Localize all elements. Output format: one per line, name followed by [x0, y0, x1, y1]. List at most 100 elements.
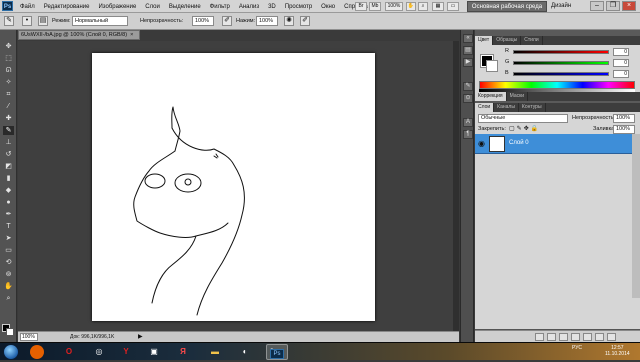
blue-slider[interactable]: [513, 72, 609, 76]
3d-orbit-icon[interactable]: ⊚: [3, 270, 14, 279]
3d-rotate-icon[interactable]: ⟲: [3, 258, 14, 267]
blur-tool-icon[interactable]: ◆: [3, 186, 14, 195]
mode-select[interactable]: Нормальный: [72, 16, 128, 26]
tab-adjustments[interactable]: Коррекция: [475, 92, 507, 101]
opera-icon[interactable]: O: [58, 344, 80, 360]
paragraph-panel-icon[interactable]: ¶: [463, 130, 473, 139]
tab-layers[interactable]: Слои: [475, 103, 495, 112]
zoom-level[interactable]: 100%: [385, 2, 403, 11]
brush-size-icon[interactable]: •: [22, 16, 32, 26]
zoom-tool-icon[interactable]: ⌕: [3, 294, 14, 303]
blue-value[interactable]: 0: [613, 70, 629, 78]
document-tab[interactable]: 6UsWXII-/bA.jpg @ 100% (Слой 0, RGB/8) ×: [18, 30, 140, 40]
green-channel-row[interactable]: G 0: [505, 59, 635, 67]
start-button[interactable]: [3, 344, 19, 360]
hand-tool-icon[interactable]: ✋: [3, 282, 14, 291]
eraser-tool-icon[interactable]: ◩: [3, 162, 14, 171]
tab-swatches[interactable]: Образцы: [493, 36, 522, 45]
yandex-icon[interactable]: Y: [115, 344, 137, 360]
add-mask-icon[interactable]: [559, 333, 568, 341]
layer-name[interactable]: Слой 0: [509, 140, 529, 146]
screen-mode-icon[interactable]: ▭: [447, 2, 459, 11]
chromium-icon[interactable]: ◎: [88, 344, 110, 360]
bridge-icon[interactable]: Br: [355, 2, 367, 11]
close-icon[interactable]: ×: [622, 1, 636, 11]
tablet-opacity-icon[interactable]: ✐: [222, 16, 232, 26]
folder-icon[interactable]: ▬: [204, 344, 226, 360]
workspace-button[interactable]: Основная рабочая среда: [467, 1, 547, 12]
delete-layer-icon[interactable]: [607, 333, 616, 341]
lasso-tool-icon[interactable]: ᘏ: [3, 66, 14, 75]
link-layers-icon[interactable]: [535, 333, 544, 341]
red-value[interactable]: 0: [613, 48, 629, 56]
brush-panel-icon[interactable]: ✎: [463, 82, 473, 91]
green-slider[interactable]: [513, 61, 609, 65]
layers-scrollbar[interactable]: [632, 134, 640, 298]
menu-filter[interactable]: Фильтр: [210, 4, 230, 10]
close-tab-icon[interactable]: ×: [130, 32, 133, 38]
tab-channels[interactable]: Каналы: [494, 103, 519, 112]
tab-styles[interactable]: Стили: [521, 36, 543, 45]
firefox-icon[interactable]: [30, 345, 44, 359]
move-tool-icon[interactable]: ✥: [3, 42, 14, 51]
brush-tool-icon[interactable]: ✎: [3, 126, 14, 135]
eyedropper-tool-icon[interactable]: ⁄: [3, 102, 14, 111]
tab-paths[interactable]: Контуры: [519, 103, 546, 112]
path-select-icon[interactable]: ➤: [3, 234, 14, 243]
eye-visibility-icon[interactable]: ◉: [478, 139, 485, 148]
layer-row[interactable]: ◉ Слой 0: [475, 134, 632, 154]
quick-select-icon[interactable]: ✧: [3, 78, 14, 87]
tab-masks[interactable]: Маски: [507, 92, 529, 101]
mini-bridge-icon[interactable]: Mb: [369, 2, 381, 11]
brush-preset-icon[interactable]: ✎: [4, 16, 14, 26]
red-channel-row[interactable]: R 0: [505, 48, 635, 56]
photoshop-taskbar-icon[interactable]: Ps: [266, 344, 288, 360]
history-panel-icon[interactable]: ▤: [463, 46, 473, 55]
workspace-design[interactable]: Дизайн: [551, 0, 571, 13]
menu-file[interactable]: Файл: [20, 4, 35, 10]
new-group-icon[interactable]: [583, 333, 592, 341]
panel-background-swatch[interactable]: [486, 60, 498, 72]
minimize-icon[interactable]: –: [590, 1, 604, 11]
red-slider[interactable]: [513, 50, 609, 54]
status-zoom-field[interactable]: 100%: [20, 333, 38, 341]
green-value[interactable]: 0: [613, 59, 629, 67]
tab-color[interactable]: Цвет: [475, 36, 494, 45]
menu-layers[interactable]: Слои: [145, 4, 160, 10]
opacity-field[interactable]: 100%: [192, 16, 214, 26]
shape-tool-icon[interactable]: ▭: [3, 246, 14, 255]
color-spectrum[interactable]: [479, 81, 635, 89]
clock[interactable]: 12:57 11.10.2014: [605, 345, 630, 357]
canvas[interactable]: [92, 53, 375, 321]
history-brush-icon[interactable]: ↺: [3, 150, 14, 159]
layer-opacity-field[interactable]: 100%: [613, 114, 635, 123]
status-menu-arrow-icon[interactable]: ▶: [138, 333, 143, 340]
tablet-size-icon[interactable]: ✐: [300, 16, 310, 26]
gradient-tool-icon[interactable]: ▮: [3, 174, 14, 183]
menu-image[interactable]: Изображение: [98, 4, 136, 10]
pressure-field[interactable]: 100%: [256, 16, 278, 26]
hand-icon[interactable]: ✋: [406, 2, 416, 11]
vertical-scrollbar[interactable]: [453, 41, 459, 331]
blend-mode-select[interactable]: Обычные: [478, 114, 568, 123]
type-tool-icon[interactable]: T: [3, 222, 14, 231]
app-icon[interactable]: ▣: [143, 344, 165, 360]
airbrush-icon[interactable]: ✺: [284, 16, 294, 26]
dodge-tool-icon[interactable]: ●: [3, 198, 14, 207]
brush-panel-icon[interactable]: ▤: [38, 16, 48, 26]
healing-tool-icon[interactable]: ✚: [3, 114, 14, 123]
background-color-swatch[interactable]: [6, 328, 14, 336]
menu-3d[interactable]: 3D: [268, 4, 276, 10]
menu-edit[interactable]: Редактирование: [44, 4, 90, 10]
pen-tool-icon[interactable]: ✒: [3, 210, 14, 219]
lock-icons[interactable]: ▢✎✥🔒: [509, 125, 540, 132]
menu-select[interactable]: Выделение: [169, 4, 201, 10]
blue-channel-row[interactable]: B 0: [505, 70, 635, 78]
yandex-browser-icon[interactable]: Я: [172, 344, 194, 360]
crop-tool-icon[interactable]: ⌗: [3, 90, 14, 99]
restore-icon[interactable]: ❐: [606, 1, 620, 11]
new-adjustment-icon[interactable]: [571, 333, 580, 341]
language-indicator[interactable]: РУС: [572, 345, 582, 351]
fill-field[interactable]: 100%: [613, 125, 635, 134]
clone-source-icon[interactable]: ⊙: [463, 94, 473, 103]
